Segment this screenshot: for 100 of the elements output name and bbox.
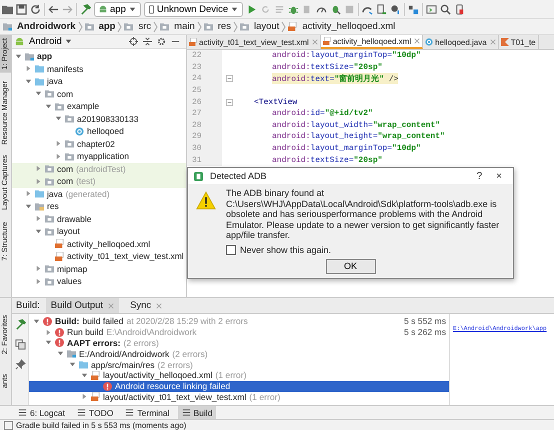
collapse-arrow-icon[interactable] bbox=[15, 52, 22, 60]
window-icon[interactable] bbox=[426, 4, 438, 15]
fold-icon[interactable] bbox=[226, 75, 232, 82]
pin-icon[interactable] bbox=[14, 359, 26, 370]
run-icon[interactable] bbox=[246, 4, 258, 15]
hammer-icon[interactable] bbox=[80, 4, 91, 15]
sync-icon[interactable] bbox=[30, 4, 41, 15]
run-config-dropdown[interactable]: app bbox=[94, 2, 141, 17]
save-icon[interactable] bbox=[16, 4, 27, 15]
breadcrumb-item[interactable]: activity_helloqoed.xml bbox=[302, 21, 396, 32]
tree-item[interactable]: example bbox=[67, 101, 100, 112]
tree-item[interactable]: java bbox=[47, 188, 63, 199]
build-item[interactable]: E:/Android/Androidwork bbox=[79, 348, 170, 359]
tree-item[interactable]: activity_helloqoed.xml bbox=[67, 238, 150, 249]
search-icon[interactable] bbox=[440, 4, 452, 15]
close-icon[interactable] bbox=[490, 39, 496, 45]
collapse-arrow-icon[interactable] bbox=[25, 202, 32, 210]
build-item[interactable]: layout/activity_t01_text_view_test.xml bbox=[103, 392, 246, 402]
expand-arrow-icon[interactable] bbox=[81, 393, 88, 400]
tree-item[interactable]: mipmap bbox=[57, 264, 88, 274]
tree-item[interactable]: drawable bbox=[57, 214, 92, 224]
collapse-arrow-icon[interactable] bbox=[55, 115, 62, 122]
collapse-arrow-icon[interactable] bbox=[57, 350, 64, 358]
expand-arrow-icon[interactable] bbox=[35, 215, 42, 222]
settings-icon[interactable] bbox=[157, 37, 166, 46]
breadcrumb-item[interactable]: src bbox=[138, 21, 152, 32]
fold-icon[interactable] bbox=[226, 98, 232, 106]
close-icon[interactable] bbox=[414, 38, 420, 44]
breadcrumb-item[interactable]: res bbox=[218, 21, 231, 32]
close-button[interactable]: × bbox=[491, 170, 507, 182]
locate-icon[interactable] bbox=[129, 37, 138, 46]
build-item[interactable]: Build: bbox=[55, 316, 80, 326]
collapse-arrow-icon[interactable] bbox=[33, 318, 40, 325]
folder-icon bbox=[65, 139, 74, 148]
hammer-icon[interactable] bbox=[14, 319, 26, 330]
list-icon bbox=[76, 408, 86, 417]
build-item[interactable]: app/src/main/res bbox=[91, 360, 155, 370]
tree-item[interactable]: com bbox=[57, 176, 74, 186]
build-item[interactable]: AAPT errors: bbox=[67, 338, 120, 348]
editor-tab[interactable]: activity_t01_text_view_test.xml bbox=[187, 35, 321, 49]
help-button[interactable]: ? bbox=[472, 170, 488, 182]
selected-row-highlight[interactable]: Android resource linking failed bbox=[29, 380, 449, 392]
expand-arrow-icon[interactable] bbox=[35, 165, 42, 172]
expand-arrow-icon[interactable] bbox=[25, 190, 32, 198]
close-icon[interactable] bbox=[312, 39, 318, 45]
breadcrumb-item[interactable]: Androidwork bbox=[17, 21, 76, 32]
tree-item[interactable]: com bbox=[57, 88, 74, 99]
tool-window-tab[interactable]: Terminal bbox=[121, 406, 174, 419]
folder-icon[interactable] bbox=[2, 4, 13, 15]
collapse-all-icon[interactable] bbox=[143, 37, 152, 46]
build-item[interactable]: layout/activity_helloqoed.xml bbox=[103, 370, 212, 380]
breadcrumb-item[interactable]: app bbox=[98, 21, 116, 32]
close-icon[interactable] bbox=[156, 302, 162, 308]
collapse-arrow-icon[interactable] bbox=[35, 90, 42, 98]
collapse-arrow-icon[interactable] bbox=[69, 361, 76, 368]
back-arrow-icon[interactable] bbox=[48, 4, 59, 15]
expand-arrow-icon[interactable] bbox=[45, 328, 52, 336]
collapse-arrow-icon[interactable] bbox=[45, 339, 52, 346]
tree-item[interactable]: myapplication bbox=[77, 151, 129, 162]
tree-item[interactable]: app bbox=[37, 51, 52, 62]
expand-arrow-icon[interactable] bbox=[55, 140, 62, 148]
collapse-arrow-icon[interactable] bbox=[25, 78, 32, 85]
tree-item[interactable]: helloqoed bbox=[87, 126, 124, 136]
panel-tab[interactable]: Sync bbox=[125, 298, 168, 313]
build-item[interactable]: Run build bbox=[67, 327, 104, 338]
tree-item[interactable]: chapter02 bbox=[77, 138, 115, 149]
expand-arrow-icon[interactable] bbox=[35, 265, 42, 272]
build-item[interactable]: Android resource linking failed bbox=[115, 381, 230, 392]
checkbox[interactable] bbox=[226, 244, 236, 254]
tool-window-tab[interactable]: Build bbox=[178, 406, 216, 419]
project-view-dropdown[interactable]: Android bbox=[29, 36, 72, 47]
expand-arrow-icon[interactable] bbox=[25, 65, 32, 72]
toggle-view-icon[interactable] bbox=[14, 339, 26, 350]
tool-window-tab[interactable]: 6: Logcat bbox=[14, 406, 69, 419]
expand-arrow-icon[interactable] bbox=[55, 152, 62, 160]
editor-tab[interactable]: activity_helloqoed.xml bbox=[320, 35, 424, 49]
tree-item[interactable]: layout bbox=[57, 226, 80, 236]
tool-window-tab[interactable]: TODO bbox=[72, 406, 118, 419]
device-dropdown[interactable]: Unknown Device bbox=[144, 2, 244, 17]
collapse-arrow-icon[interactable] bbox=[45, 102, 52, 110]
tree-item[interactable]: com bbox=[57, 164, 74, 174]
tree-item[interactable]: values bbox=[57, 276, 82, 286]
phone-icon[interactable] bbox=[454, 4, 466, 15]
editor-tab[interactable]: T01_te bbox=[498, 35, 539, 49]
panel-tab[interactable]: Build Output bbox=[46, 298, 120, 313]
editor-tab[interactable]: helloqoed.java bbox=[423, 35, 499, 49]
collapse-arrow-icon[interactable] bbox=[35, 228, 42, 235]
breadcrumb-item[interactable]: main bbox=[174, 21, 195, 32]
tree-item[interactable]: activity_t01_text_view_test.xml bbox=[67, 251, 184, 262]
project-structure-icon[interactable] bbox=[408, 4, 420, 15]
tree-item[interactable]: manifests bbox=[47, 64, 84, 74]
expand-arrow-icon[interactable] bbox=[35, 178, 42, 185]
line-number: 29 bbox=[187, 131, 222, 143]
ok-button[interactable]: OK bbox=[326, 258, 376, 274]
expand-arrow-icon[interactable] bbox=[35, 278, 42, 285]
tree-item[interactable]: a201908330133 bbox=[77, 114, 138, 124]
tree-item[interactable]: res bbox=[47, 201, 59, 212]
tree-item[interactable]: java bbox=[47, 76, 63, 86]
collapse-arrow-icon[interactable] bbox=[81, 372, 88, 379]
breadcrumb-item[interactable]: layout bbox=[254, 21, 280, 32]
